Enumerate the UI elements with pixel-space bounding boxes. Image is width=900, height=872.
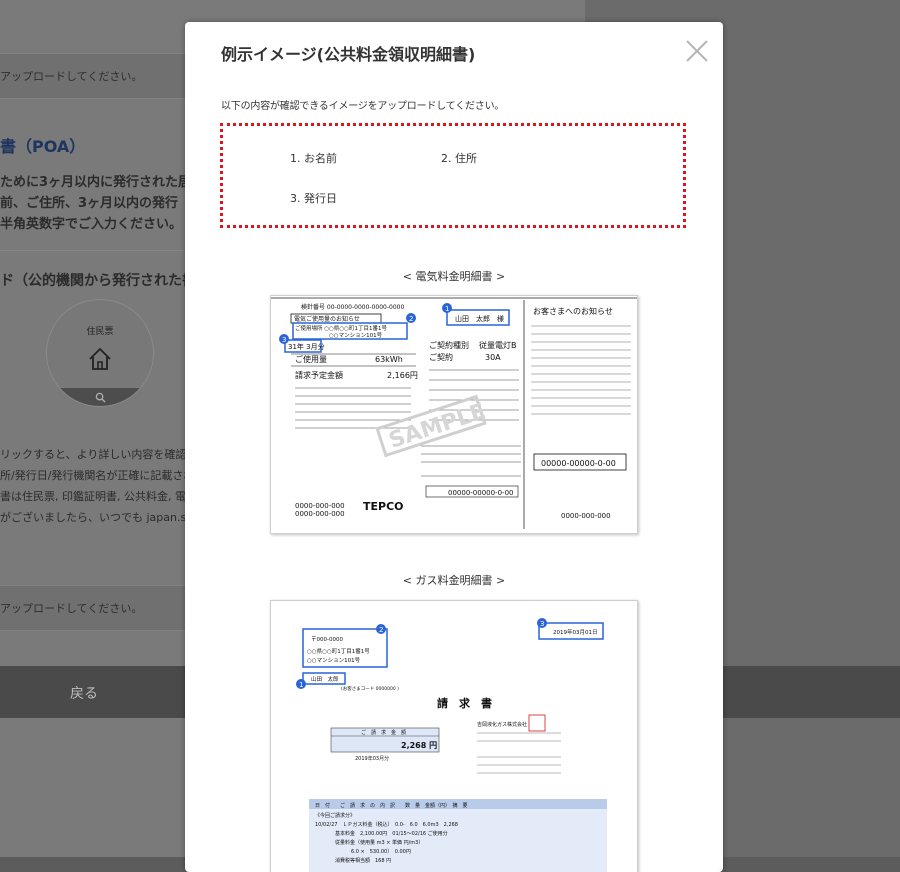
notice-title: お客さまへのお知らせ — [533, 306, 613, 316]
billing-period: 31年 3月分 — [288, 342, 325, 351]
table-row: 消費税等相当額 168 円 — [335, 857, 391, 864]
invoice-title: 請 求 書 — [437, 696, 492, 710]
table-row: 10/02/27 ＬＰガス料金（税込） 0.0- 6.0 6.0m3 2,268 — [315, 821, 458, 828]
table-row: 《今回ご請求分》 — [315, 812, 355, 819]
phone: 0000-000-000 — [295, 510, 345, 518]
table-row: 従量料金（使用量 m3 × 単価 円/m3） — [335, 839, 423, 846]
document-card[interactable]: 住民票 — [46, 299, 154, 407]
back-button-label: 戻る — [70, 686, 98, 702]
zoom-band[interactable] — [47, 388, 153, 406]
customer-name: 山田 太郎 様 — [455, 314, 504, 323]
public-doc-label: ド（公的機関から発行された書 — [0, 273, 196, 289]
description-line: 前、ご住所、3ヶ月以内の発行 — [0, 196, 179, 211]
close-icon[interactable] — [684, 38, 710, 64]
card-label: 住民票 — [86, 327, 114, 337]
example-image-modal: 例示イメージ(公共料金領収明細書) 以下の内容が確認できるイメージをアップロード… — [185, 22, 723, 872]
table-row: 基本料金 2,100.00円 01/15〜02/16 ご使用分 — [335, 830, 448, 837]
billing-month: 2019年03月分 — [355, 755, 389, 762]
contract-value: 30A — [485, 353, 501, 362]
gas-bill-image[interactable]: 〒000-0000 2 ○○県○○町1丁目1番1号 ○○マンション101号 1 … — [270, 600, 638, 872]
phone: 0000-000-000 — [561, 512, 611, 520]
plan-value: 従量電灯B — [479, 340, 517, 350]
phone: 0000-000-000 — [295, 502, 345, 510]
plan-label: ご契約種別 — [429, 340, 469, 350]
divider — [0, 250, 190, 251]
electric-label: < 電気料金明細書 > — [402, 270, 506, 283]
address-line: ○○マンション101号 — [307, 657, 361, 664]
gas-label: < ガス料金明細書 > — [402, 574, 506, 587]
issue-date: 2019年03月01日 — [553, 628, 598, 636]
svg-text:2: 2 — [409, 315, 413, 323]
contract-label: ご契約 — [429, 352, 453, 362]
address-line: ○○マンション101号 — [329, 332, 383, 339]
home-icon — [89, 347, 111, 370]
company-name: 吉岡液化ガス株式会社 — [477, 721, 527, 728]
amount-label: ご 請 求 金 額 — [361, 729, 406, 736]
upload-field-top[interactable]: アップロードしてください。 — [0, 53, 190, 99]
svg-text:3: 3 — [282, 336, 286, 344]
svg-text:1: 1 — [299, 681, 303, 689]
svg-text:3: 3 — [540, 620, 544, 628]
customer-number: 00000-00000-0-00 — [541, 459, 616, 468]
table-header: 日 付 ご 請 求 の 内 訳 数 量 金額（円） 摘 要 — [315, 802, 468, 809]
amount: 2,268 円 — [401, 741, 437, 750]
customer-number: 00000-00000-0-00 — [448, 489, 513, 497]
modal-intro: 以下の内容が確認できるイメージをアップロードしてください。 — [221, 101, 505, 112]
section-title: 書（POA） — [0, 137, 86, 156]
address-line: ○○県○○町1丁目1番1号 — [307, 648, 370, 655]
upload-field-bottom[interactable]: アップロードしてください。 — [0, 585, 190, 631]
usage-value: 63kWh — [375, 355, 403, 364]
modal-title: 例示イメージ(公共料金領収明細書) — [221, 45, 476, 64]
meter-no: 検針番号 00-0000-0000-0000-0000 — [301, 303, 404, 311]
description-line: 半角英数字でご入力ください。 — [0, 217, 183, 232]
search-icon — [95, 392, 106, 403]
required-items-box: 1. お名前 2. 住所 3. 発行日 — [220, 123, 686, 228]
upload-hint: アップロードしてください。 — [0, 70, 143, 83]
customer-name: 山田 太郎 — [311, 675, 339, 683]
item-address: 2. 住所 — [441, 152, 477, 165]
note-line: 所/発行日/発行機関名が正確に記載されて — [0, 469, 206, 482]
brand-logo: TEPCO — [363, 500, 404, 513]
bill-label: 請求予定金額 — [295, 370, 343, 380]
postal-code: 〒000-0000 — [311, 636, 343, 643]
svg-text:1: 1 — [445, 305, 449, 313]
item-issue-date: 3. 発行日 — [290, 192, 337, 205]
bill-header: 電気ご使用量のお知らせ — [294, 315, 360, 323]
table-row: 6.0 × 530.00） 0.00円 — [351, 849, 411, 855]
note-line: 書は住民票, 印鑑証明書, 公共料金, 電話 — [0, 490, 197, 503]
customer-code: (お客さまコード 0000000 ) — [341, 685, 399, 692]
svg-text:2: 2 — [379, 626, 383, 634]
address-line: ご使用場所 ○○県○○町1丁目1番1号 — [295, 324, 387, 332]
item-name: 1. お名前 — [290, 152, 337, 165]
upload-hint: アップロードしてください。 — [0, 602, 143, 615]
back-button[interactable]: 戻る — [0, 666, 185, 718]
usage-label: ご使用量 — [295, 354, 327, 364]
bill-value: 2,166円 — [387, 371, 418, 380]
electric-bill-image[interactable]: 検針番号 00-0000-0000-0000-0000 電気ご使用量のお知らせ … — [270, 295, 638, 534]
next-button[interactable] — [723, 666, 900, 718]
description-line: ために3ヶ月以内に発行された居住 — [0, 175, 205, 190]
